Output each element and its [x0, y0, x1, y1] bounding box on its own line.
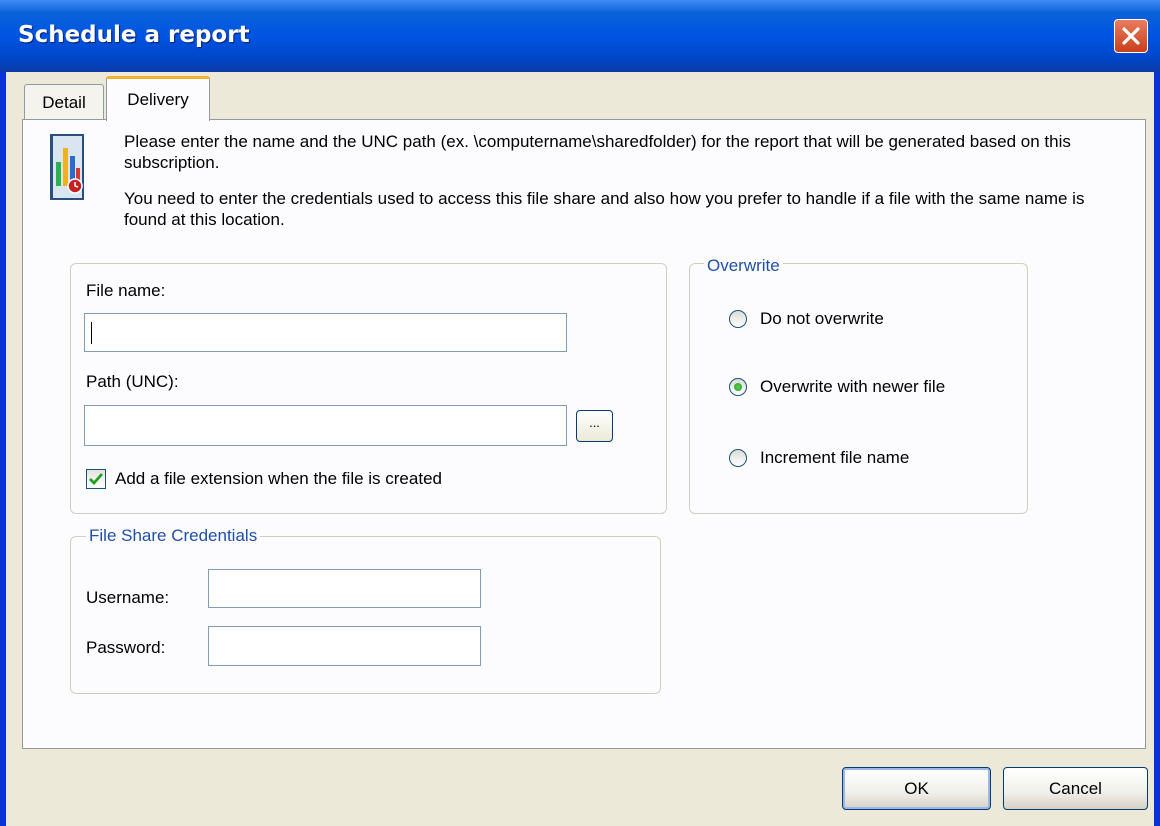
radio-do-not-overwrite-label[interactable]: Do not overwrite — [760, 309, 884, 329]
radio-increment-file-name[interactable] — [729, 449, 747, 467]
cancel-button-label: Cancel — [1049, 778, 1102, 798]
tab-delivery-label: Delivery — [127, 90, 189, 109]
add-extension-checkbox[interactable] — [86, 469, 106, 489]
radio-do-not-overwrite[interactable] — [729, 310, 747, 328]
intro-text-1: Please enter the name and the UNC path (… — [124, 132, 1071, 172]
dialog-window: Schedule a report Detail Delivery Please… — [0, 0, 1160, 826]
radio-overwrite-newer-label[interactable]: Overwrite with newer file — [760, 377, 945, 397]
intro-text-2: You need to enter the credentials used t… — [124, 189, 1085, 229]
credentials-legend: File Share Credentials — [86, 526, 261, 546]
browse-button[interactable]: ... — [576, 410, 613, 442]
text-caret — [91, 322, 92, 344]
ok-button-label: OK — [904, 778, 929, 798]
path-input[interactable] — [84, 405, 567, 446]
file-name-label: File name: — [86, 281, 166, 300]
overwrite-legend: Overwrite — [704, 256, 783, 276]
radio-increment-file-name-label[interactable]: Increment file name — [760, 448, 909, 468]
cancel-button[interactable]: Cancel — [1003, 767, 1148, 810]
title-bar[interactable]: Schedule a report — [0, 0, 1160, 72]
close-button[interactable] — [1114, 19, 1148, 53]
credentials-group — [70, 536, 661, 694]
report-chart-icon — [50, 134, 84, 200]
username-input[interactable] — [208, 569, 481, 608]
checkmark-icon — [89, 473, 104, 486]
tab-detail-label: Detail — [42, 92, 86, 112]
radio-overwrite-newer[interactable] — [729, 378, 747, 396]
add-extension-label[interactable]: Add a file extension when the file is cr… — [115, 469, 442, 489]
radio-selected-dot — [734, 383, 742, 391]
file-name-input[interactable] — [84, 313, 567, 352]
tab-delivery[interactable]: Delivery — [106, 76, 210, 121]
username-label: Username: — [86, 588, 170, 607]
ok-button[interactable]: OK — [842, 767, 991, 810]
password-label: Password: — [86, 638, 166, 657]
tab-detail[interactable]: Detail — [24, 84, 104, 120]
password-input[interactable] — [208, 626, 481, 666]
close-icon — [1122, 27, 1140, 45]
path-label: Path (UNC): — [86, 372, 179, 391]
window-title: Schedule a report — [18, 22, 250, 48]
